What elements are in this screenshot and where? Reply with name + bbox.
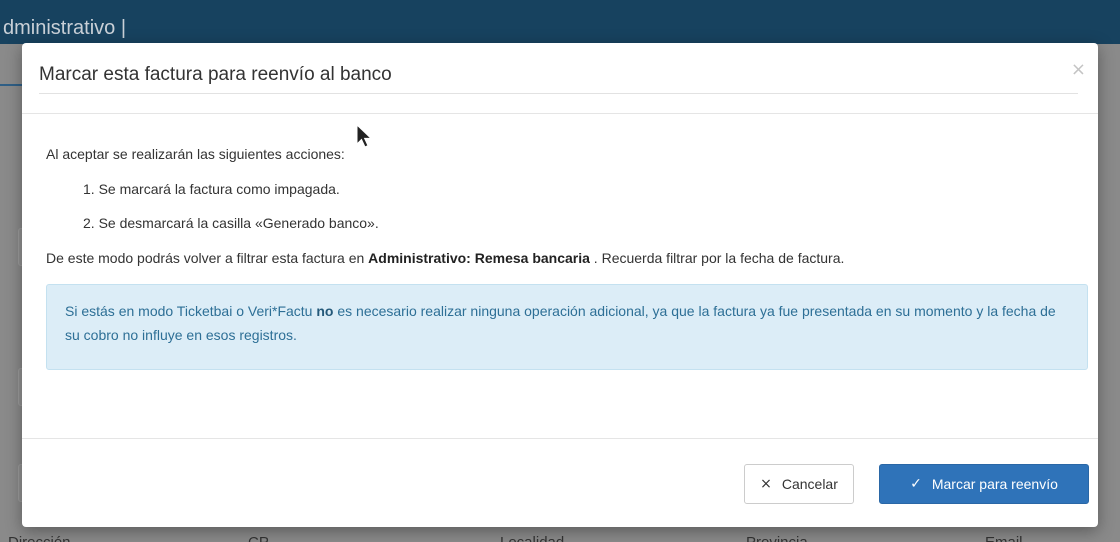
check-icon: ✓ bbox=[910, 476, 922, 492]
app-title: dministrativo | bbox=[3, 17, 127, 39]
close-icon[interactable]: × bbox=[1071, 61, 1086, 79]
modal-footer: × Cancelar ✓ Marcar para reenvío bbox=[22, 438, 1098, 528]
alert-before: Si estás en modo Ticketbai o Veri*Factu bbox=[65, 303, 317, 319]
mouse-cursor-icon bbox=[356, 124, 373, 148]
modal-dialog: Marcar esta factura para reenvío al banc… bbox=[22, 43, 1098, 527]
mark-for-resend-button[interactable]: ✓ Marcar para reenvío bbox=[879, 464, 1089, 504]
close-icon: × bbox=[760, 476, 772, 492]
background-column-header: CP bbox=[248, 534, 269, 542]
description-after: . Recuerda filtrar por la fecha de factu… bbox=[589, 250, 845, 266]
background-column-header: Provincia bbox=[746, 534, 808, 542]
background-table-header: Dirección CP Localidad Provincia Email bbox=[0, 530, 1120, 542]
modal-header: Marcar esta factura para reenvío al banc… bbox=[22, 43, 1098, 114]
alert-emphasis: no bbox=[316, 303, 334, 319]
module-name: Administrativo: Remesa bancaria bbox=[368, 250, 590, 266]
cancel-label: Cancelar bbox=[781, 476, 838, 492]
description-text: De este modo podrás volver a filtrar est… bbox=[46, 250, 844, 266]
cancel-button[interactable]: × Cancelar bbox=[744, 464, 854, 504]
background-column-header: Email bbox=[985, 534, 1023, 542]
title-divider bbox=[39, 93, 1078, 94]
description-before: De este modo podrás volver a filtrar est… bbox=[46, 250, 369, 266]
background-column-header: Localidad bbox=[500, 534, 564, 542]
step-item: 1. Se marcará la factura como impagada. bbox=[83, 181, 340, 197]
intro-text: Al aceptar se realizarán las siguientes … bbox=[46, 146, 345, 162]
background-column-header: Dirección bbox=[8, 534, 71, 542]
modal-title: Marcar esta factura para reenvío al banc… bbox=[39, 64, 392, 85]
modal-body: Al aceptar se realizarán las siguientes … bbox=[22, 114, 1098, 438]
confirm-label: Marcar para reenvío bbox=[931, 476, 1058, 492]
step-item: 2. Se desmarcará la casilla «Generado ba… bbox=[83, 215, 379, 231]
app-topbar: dministrativo | bbox=[0, 0, 1120, 44]
info-alert: Si estás en modo Ticketbai o Veri*Factu … bbox=[46, 284, 1088, 370]
